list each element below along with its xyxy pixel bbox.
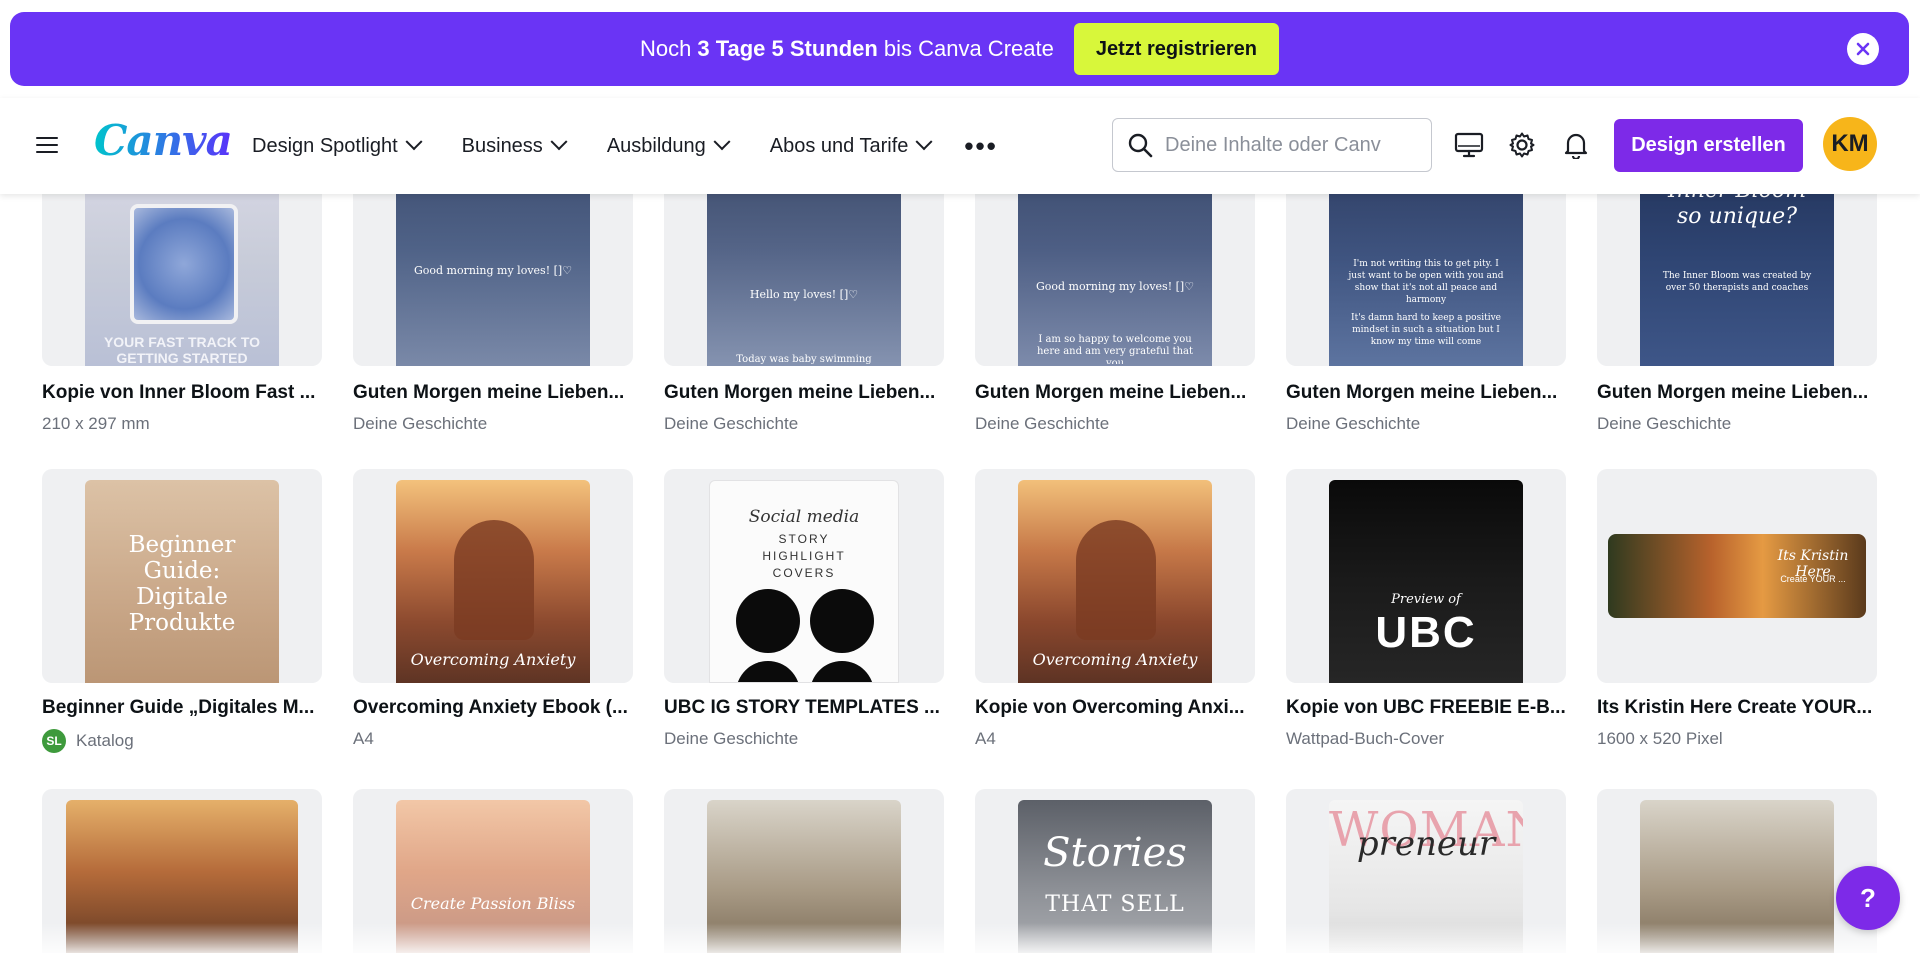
- more-menu-icon[interactable]: •••: [964, 131, 997, 162]
- owner-avatar: SL: [42, 729, 66, 753]
- design-title[interactable]: Beginner Guide „Digitales M...: [42, 697, 332, 719]
- design-subtitle: 210 x 297 mm: [42, 414, 150, 433]
- search-input[interactable]: [1165, 133, 1395, 157]
- design-subtitle: Deine Geschichte: [1286, 414, 1421, 433]
- thumb-caption-2: Today was baby swimming: [736, 354, 872, 365]
- thumb-caption: Hello my loves! []♡: [749, 288, 859, 301]
- design-subtitle: A4: [975, 729, 996, 748]
- design-thumbnail[interactable]: Social media STORY HIGHLIGHT COVERS: [709, 480, 899, 683]
- design-subtitle-row: SL Katalog: [42, 729, 134, 753]
- design-subtitle: Deine Geschichte: [975, 414, 1110, 433]
- nav-ausbildung[interactable]: Ausbildung: [606, 133, 731, 158]
- thumb-caption: Good morning my loves! []♡: [413, 264, 573, 277]
- nav-label: Ausbildung: [606, 134, 706, 157]
- canva-logo[interactable]: Canva: [94, 116, 233, 165]
- thumb-caption: YOUR FAST TRACK TO GETTING STARTED: [103, 334, 261, 366]
- thumb-caption-2: It's damn hard to keep a positive mindse…: [1351, 313, 1501, 347]
- thumb-caption: Overcoming Anxiety: [410, 650, 576, 669]
- thumb-caption-2: The Inner Bloom was created by over 50 t…: [1662, 271, 1812, 293]
- design-thumbnail[interactable]: Overcoming Anxiety: [396, 480, 590, 683]
- nav-label: Design Spotlight: [252, 134, 398, 157]
- design-subtitle: Katalog: [76, 731, 134, 750]
- design-subtitle: Deine Geschichte: [353, 414, 488, 433]
- thumb-script: Social media: [748, 507, 860, 527]
- search-box[interactable]: [1112, 118, 1432, 172]
- thumb-caption: Beginner Guide: Digitale Produkte: [128, 532, 236, 636]
- design-title[interactable]: Guten Morgen meine Lieben...: [1597, 382, 1887, 404]
- thumb-caption: UBC: [1375, 608, 1477, 657]
- promo-countdown: 3 Tage 5 Stunden: [697, 36, 878, 61]
- help-button[interactable]: ?: [1836, 866, 1900, 930]
- design-title[interactable]: Kopie von Inner Bloom Fast ...: [42, 382, 332, 404]
- chevron-down-icon: [713, 133, 731, 151]
- design-thumbnail[interactable]: Preview of UBC: [1329, 480, 1523, 683]
- promo-prefix: Noch: [639, 36, 692, 61]
- thumb-caption: Overcoming Anxiety: [1032, 650, 1198, 669]
- chevron-down-icon: [405, 133, 423, 151]
- promo-text: Noch 3 Tage 5 Stunden bis Canva Create: [640, 36, 1054, 62]
- close-icon: [1856, 42, 1870, 56]
- design-title[interactable]: Its Kristin Here Create YOUR...: [1597, 697, 1887, 719]
- design-thumbnail[interactable]: Overcoming Anxiety: [1018, 480, 1212, 683]
- design-title[interactable]: Guten Morgen meine Lieben...: [975, 382, 1265, 404]
- thumb-script: Preview of: [1391, 592, 1461, 607]
- design-title[interactable]: UBC IG STORY TEMPLATES ...: [664, 697, 954, 719]
- design-subtitle: Deine Geschichte: [1597, 414, 1732, 433]
- promo-suffix: bis Canva Create: [883, 36, 1054, 61]
- thumb-caption: Create YOUR ...: [1780, 574, 1846, 584]
- thumb-circle: [810, 589, 874, 653]
- design-title[interactable]: Guten Morgen meine Lieben...: [1286, 382, 1576, 404]
- design-title[interactable]: Guten Morgen meine Lieben...: [353, 382, 643, 404]
- thumb-caption: Good morning my loves! []♡: [1035, 280, 1195, 293]
- thumb-circle: [736, 661, 800, 682]
- design-title[interactable]: Kopie von UBC FREEBIE E-B...: [1286, 697, 1576, 719]
- design-thumbnail[interactable]: Its Kristin Here Create YOUR ...: [1608, 534, 1866, 618]
- thumb-caption: Create Passion Bliss: [410, 894, 576, 913]
- menu-icon[interactable]: [36, 134, 58, 156]
- design-title[interactable]: Guten Morgen meine Lieben...: [664, 382, 954, 404]
- top-header: Canva Design Spotlight Business Ausbildu…: [0, 98, 1920, 194]
- main-nav: Design Spotlight Business Ausbildung Abo…: [252, 98, 998, 194]
- settings-gear-icon[interactable]: [1505, 128, 1539, 162]
- design-title[interactable]: Kopie von Overcoming Anxi...: [975, 697, 1265, 719]
- create-design-button[interactable]: Design erstellen: [1614, 119, 1803, 172]
- search-icon: [1128, 133, 1153, 158]
- design-subtitle: Deine Geschichte: [664, 414, 799, 433]
- nav-design-spotlight[interactable]: Design Spotlight: [252, 133, 423, 158]
- design-thumbnail[interactable]: Beginner Guide: Digitale Produkte: [85, 480, 279, 683]
- thumb-circle: [810, 661, 874, 682]
- thumb-caption: THAT SELL: [1045, 892, 1185, 917]
- thumb-script: preneur: [1356, 824, 1496, 864]
- chevron-down-icon: [550, 133, 568, 151]
- thumb-caption: I'm not writing this to get pity. I just…: [1348, 259, 1504, 305]
- design-subtitle: Deine Geschichte: [664, 729, 799, 748]
- design-subtitle: Wattpad-Buch-Cover: [1286, 729, 1445, 748]
- nav-abos-und-tarife[interactable]: Abos und Tarife: [769, 133, 933, 158]
- thumb-figure: [1076, 520, 1156, 640]
- close-banner-button[interactable]: [1847, 33, 1879, 65]
- thumb-script: Stories: [1043, 830, 1187, 876]
- desktop-app-icon[interactable]: [1452, 128, 1486, 162]
- nav-label: Abos und Tarife: [769, 134, 909, 157]
- thumb-caption-2: I am so happy to welcome you here and am…: [1036, 334, 1194, 364]
- design-subtitle: A4: [353, 729, 374, 748]
- thumb-image: [130, 204, 238, 324]
- app: YOUR FAST TRACK TO GETTING STARTED Kopie…: [0, 0, 1920, 953]
- notifications-bell-icon[interactable]: [1559, 128, 1593, 162]
- thumb-caption: STORY HIGHLIGHT COVERS: [762, 532, 846, 580]
- user-avatar[interactable]: KM: [1823, 117, 1877, 171]
- thumb-figure: [454, 520, 534, 640]
- thumb-circle: [736, 589, 800, 653]
- design-title[interactable]: Overcoming Anxiety Ebook (...: [353, 697, 643, 719]
- nav-label: Business: [461, 134, 543, 157]
- chevron-down-icon: [915, 133, 933, 151]
- nav-business[interactable]: Business: [461, 133, 568, 158]
- design-subtitle: 1600 x 520 Pixel: [1597, 729, 1723, 748]
- promo-banner: Noch 3 Tage 5 Stunden bis Canva Create J…: [10, 12, 1909, 86]
- bottom-fade: [0, 923, 1920, 953]
- register-button[interactable]: Jetzt registrieren: [1073, 23, 1280, 75]
